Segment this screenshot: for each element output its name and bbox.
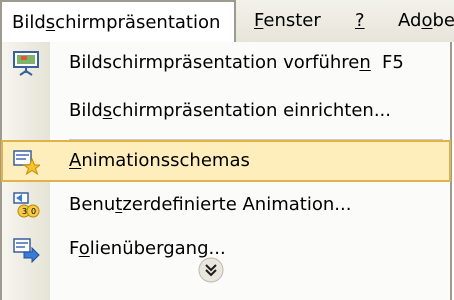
menu-label-part: enster bbox=[263, 10, 321, 31]
menu-mnemonic: o bbox=[421, 10, 433, 31]
menu-item-benutzerdefinierte-animation[interactable]: 3 0 Benutzerdefinierte Animation... bbox=[2, 184, 450, 226]
menu-mnemonic: s bbox=[45, 12, 56, 33]
menu-bar: Bildschirmpräsentation Fenster ? Adobe bbox=[0, 0, 454, 42]
menu-label-part: Ad bbox=[398, 10, 422, 31]
menu-label-part: Bild bbox=[12, 12, 46, 33]
menu-help[interactable]: ? bbox=[355, 0, 365, 42]
menu-item-einrichten[interactable]: Bildschirmpräsentation einrichten... bbox=[2, 90, 450, 132]
menu-bildschirmpraesentation[interactable]: Bildschirmpräsentation bbox=[0, 0, 236, 42]
menu-item-label: Bildschirmpräsentation vorführen bbox=[69, 52, 371, 73]
menu-item-vorfuehren[interactable]: Bildschirmpräsentation vorführen F5 bbox=[2, 42, 450, 84]
animation-schemes-star-icon bbox=[12, 147, 42, 176]
menu-item-label: Animationsschemas bbox=[69, 150, 250, 171]
slide-transition-icon bbox=[12, 235, 40, 264]
expand-chevrons-icon[interactable] bbox=[196, 256, 226, 284]
menu-item-label: Bildschirmpräsentation einrichten... bbox=[69, 100, 391, 121]
menu-item-label: Benutzerdefinierte Animation... bbox=[69, 194, 352, 215]
menu-adobe[interactable]: Adobe bbox=[398, 0, 454, 42]
menu-item-folienuebergang[interactable]: Folienübergang... bbox=[2, 228, 450, 270]
svg-text:0: 0 bbox=[31, 207, 36, 216]
svg-text:3: 3 bbox=[22, 207, 27, 216]
menu-item-animationsschemas[interactable]: Animationsschemas bbox=[1, 140, 451, 182]
menu-mnemonic: F bbox=[254, 10, 264, 31]
shortcut-text: F5 bbox=[382, 52, 404, 73]
menu-label-part: be bbox=[432, 10, 454, 31]
custom-animation-icon: 3 0 bbox=[12, 191, 40, 219]
dropdown-menu: Bildschirmpräsentation vorführen F5 Bild… bbox=[0, 42, 452, 300]
menu-label-part: chirmpräsentation bbox=[55, 12, 221, 33]
app-window: Bildschirmpräsentation Fenster ? Adobe B… bbox=[0, 0, 454, 300]
menu-fenster[interactable]: Fenster bbox=[254, 0, 321, 42]
presentation-screen-icon bbox=[12, 49, 40, 77]
menu-mnemonic: ? bbox=[355, 10, 365, 31]
